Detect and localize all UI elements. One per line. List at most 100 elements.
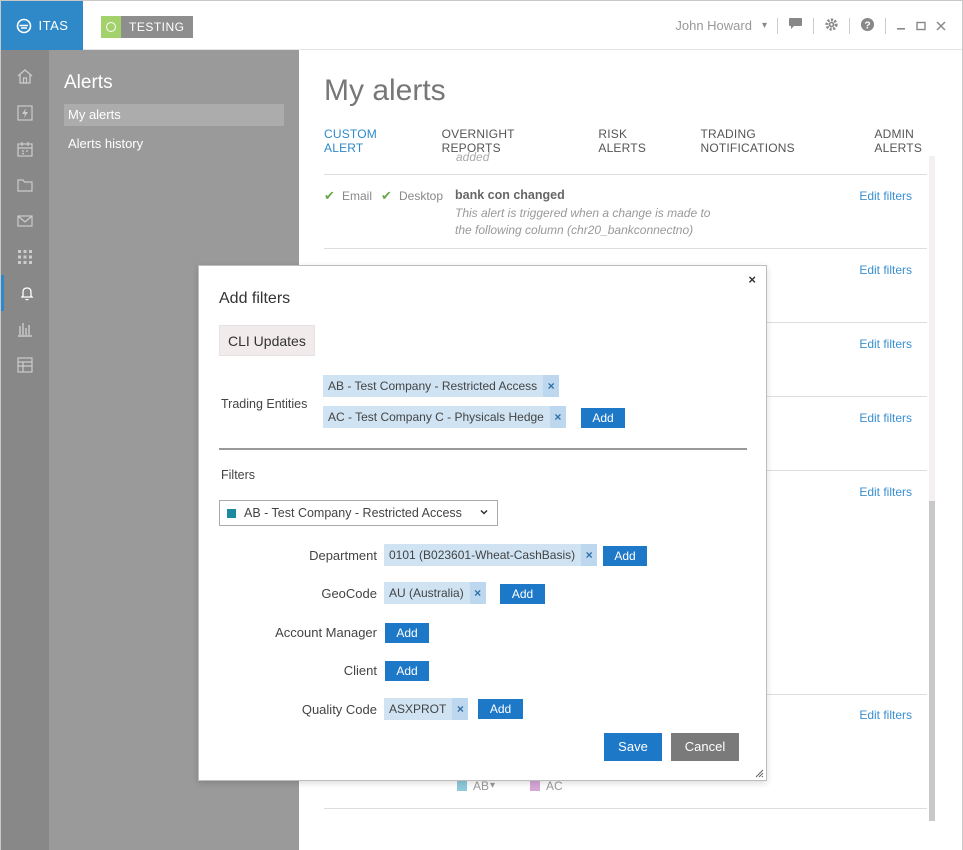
chip-label: AU (Australia) (389, 586, 464, 600)
mail-icon[interactable] (1, 203, 49, 239)
remove-chip-icon[interactable]: × (543, 375, 560, 397)
chip-label: AB - Test Company - Restricted Access (328, 379, 538, 393)
close-icon[interactable]: × (748, 272, 756, 287)
minimize-icon[interactable] (896, 18, 906, 34)
tab-admin-alerts[interactable]: ADMIN ALERTS (874, 127, 962, 155)
department-chip: 0101 (B023601-Wheat-CashBasis) × (384, 544, 598, 566)
sidebar-title: Alerts (64, 72, 113, 93)
geocode-chip: AU (Australia) × (384, 582, 486, 604)
lightning-icon[interactable] (1, 95, 49, 131)
alert-group-label: CLI Updates (219, 325, 315, 356)
divider (219, 448, 747, 450)
table-row (324, 158, 927, 175)
remove-chip-icon[interactable]: × (452, 698, 469, 720)
chat-icon[interactable] (788, 17, 803, 34)
quality-code-chip: ASXPROT × (384, 698, 469, 720)
edit-filters-link[interactable]: Edit filters (859, 263, 912, 277)
sidebar-item-alerts-history[interactable]: Alerts history (64, 133, 284, 155)
environment-status-icon (101, 16, 121, 38)
trading-entity-select[interactable]: AB - Test Company - Restricted Access (219, 500, 498, 526)
sidebar-item-my-alerts[interactable]: My alerts (64, 104, 284, 126)
scrollbar[interactable] (929, 156, 935, 821)
dialog-title: Add filters (219, 290, 291, 307)
alert-description: the following column (chr20_bankconnectn… (455, 223, 694, 237)
itas-logo-icon (16, 18, 31, 33)
add-geocode-button[interactable]: Add (500, 584, 545, 604)
remove-chip-icon[interactable]: × (549, 406, 566, 428)
remove-chip-icon[interactable]: × (469, 582, 486, 604)
add-client-button[interactable]: Add (385, 661, 429, 681)
trading-entity-chip: AB - Test Company - Restricted Access × (323, 375, 560, 397)
save-button[interactable]: Save (604, 733, 662, 761)
tab-overnight-reports[interactable]: OVERNIGHT REPORTS (442, 127, 574, 155)
close-icon[interactable] (936, 18, 946, 34)
geocode-label: GeoCode (321, 586, 377, 601)
home-icon[interactable] (1, 59, 49, 95)
svg-text:?: ? (864, 20, 870, 31)
quality-code-label: Quality Code (301, 702, 377, 717)
client-label: Client (343, 663, 377, 678)
maximize-icon[interactable] (916, 18, 926, 34)
checkmark-icon: ✔ (324, 188, 335, 203)
legend-label-ab[interactable]: AB (473, 779, 489, 793)
add-trading-entity-button[interactable]: Add (581, 408, 625, 428)
grid-icon[interactable] (1, 239, 49, 275)
help-icon[interactable]: ? (860, 17, 875, 35)
page-title: My alerts (324, 74, 446, 107)
cancel-button[interactable]: Cancel (671, 733, 739, 761)
chip-label: AC - Test Company C - Physicals Hedge (328, 410, 544, 424)
bell-icon[interactable] (1, 275, 49, 311)
legend-swatch-ac (530, 781, 540, 791)
alert-tabs: CUSTOM ALERT OVERNIGHT REPORTS RISK ALER… (324, 127, 962, 155)
scrollbar-thumb[interactable] (929, 501, 935, 821)
divider (885, 17, 886, 34)
user-name[interactable]: John Howard (675, 18, 752, 33)
account-manager-label: Account Manager (275, 625, 377, 640)
table-icon[interactable] (1, 347, 49, 383)
entity-color-swatch (227, 508, 236, 518)
chevron-down-icon[interactable]: ▾ (762, 20, 767, 31)
edit-filters-link[interactable]: Edit filters (859, 411, 912, 425)
environment-label: TESTING (129, 20, 185, 34)
edit-filters-link[interactable]: Edit filters (859, 337, 912, 351)
bar-chart-icon[interactable] (1, 311, 49, 347)
edit-filters-link[interactable]: Edit filters (859, 708, 912, 722)
environment-badge: TESTING (101, 16, 193, 38)
desktop-channel-label: Desktop (399, 189, 444, 203)
tab-custom-alert[interactable]: CUSTOM ALERT (324, 127, 417, 155)
chevron-down-icon (479, 507, 489, 520)
title-bar-controls: John Howard ▾ ? (675, 1, 946, 50)
folder-icon[interactable] (1, 167, 49, 203)
chevron-down-icon[interactable]: ▾ (490, 780, 495, 791)
resize-grip-icon[interactable] (754, 768, 764, 778)
alert-description: This alert is triggered when a change is… (455, 206, 711, 220)
add-account-manager-button[interactable]: Add (385, 623, 429, 643)
tab-trading-notifications[interactable]: TRADING NOTIFICATIONS (700, 127, 849, 155)
add-quality-code-button[interactable]: Add (478, 699, 523, 719)
gear-icon[interactable] (824, 17, 839, 35)
edit-filters-link[interactable]: Edit filters (859, 189, 912, 203)
remove-chip-icon[interactable]: × (581, 544, 598, 566)
title-bar: ITAS TESTING John Howard ▾ ? (1, 1, 962, 50)
checkmark-icon: ✔ (381, 188, 392, 203)
email-channel-label: Email (342, 189, 373, 203)
app-window: ITAS TESTING John Howard ▾ ? Alerts My a… (0, 0, 963, 850)
alert-name: bank con changed (455, 188, 565, 202)
divider (777, 17, 778, 34)
add-department-button[interactable]: Add (603, 546, 647, 566)
trading-entity-chip: AC - Test Company C - Physicals Hedge × (323, 406, 566, 428)
table-row: ✔ Email ✔ Desktop bank con changed This … (324, 175, 927, 249)
logo-text: ITAS (38, 18, 69, 33)
selected-entity: AB - Test Company - Restricted Access (244, 506, 462, 520)
tab-risk-alerts[interactable]: RISK ALERTS (598, 127, 675, 155)
calendar-icon[interactable] (1, 131, 49, 167)
app-logo[interactable]: ITAS (1, 1, 83, 50)
legend-label-ac[interactable]: AC (546, 779, 563, 793)
legend-swatch-ab (457, 781, 467, 791)
divider (849, 17, 850, 34)
chip-label: 0101 (B023601-Wheat-CashBasis) (389, 548, 576, 562)
add-filters-dialog: × Add filters CLI Updates Trading Entiti… (198, 265, 767, 781)
trading-entities-label: Trading Entities (221, 397, 308, 411)
edit-filters-link[interactable]: Edit filters (859, 485, 912, 499)
divider (813, 17, 814, 34)
